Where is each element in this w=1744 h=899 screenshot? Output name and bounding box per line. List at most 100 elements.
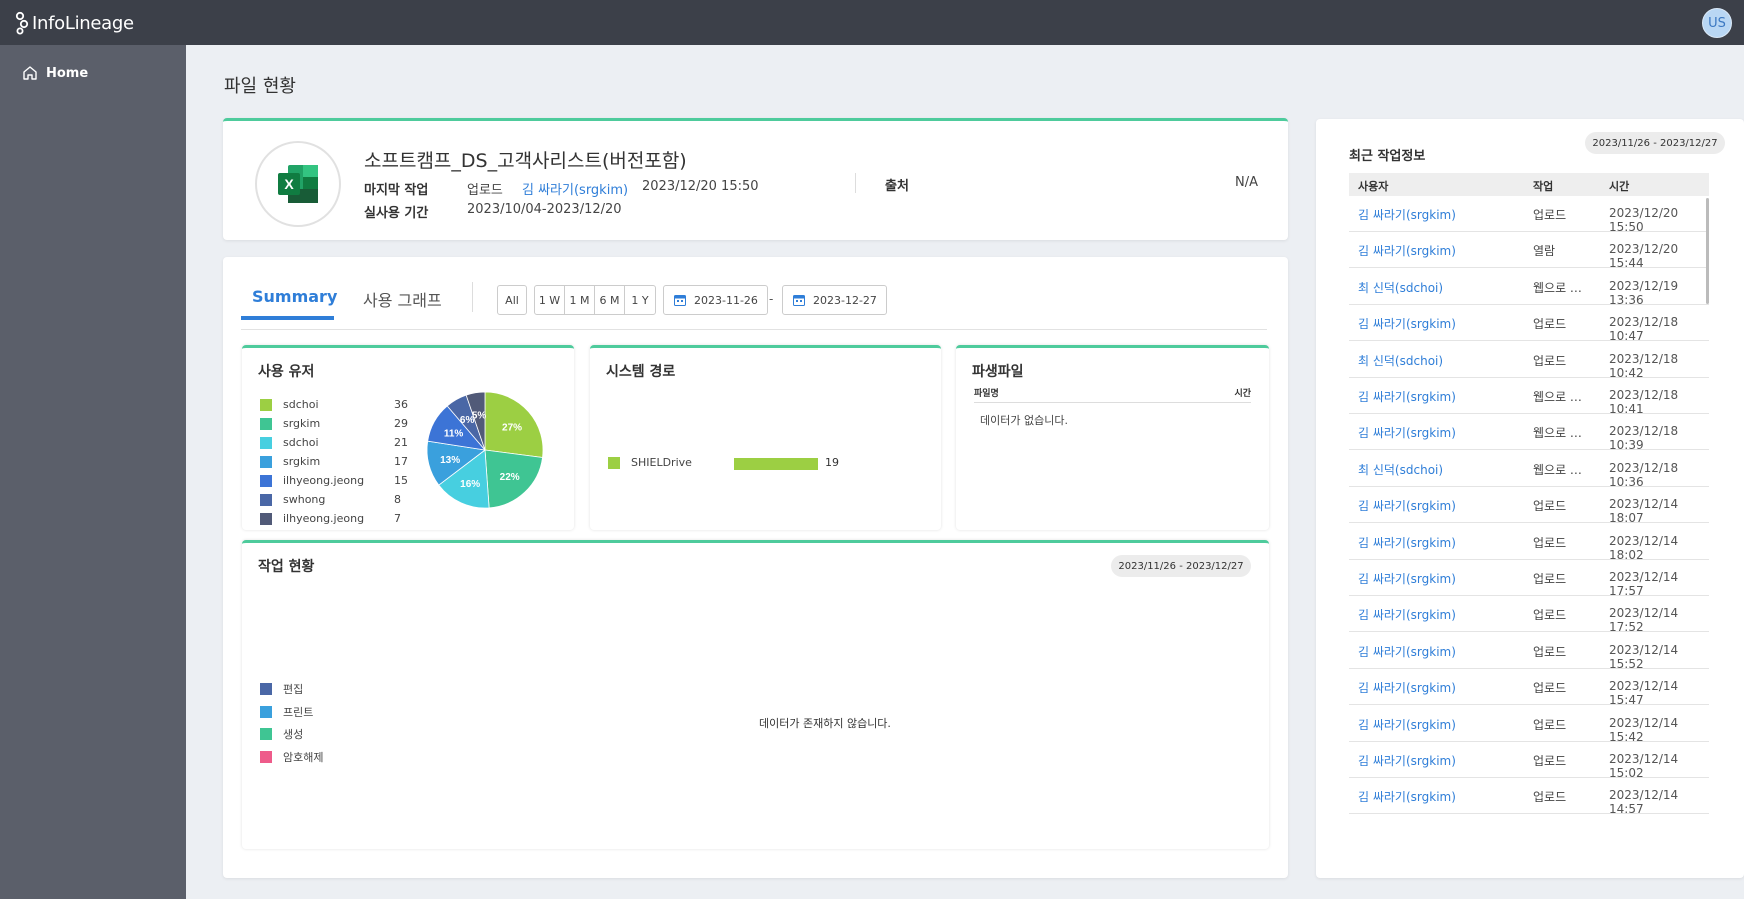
row-user-link[interactable]: 김 싸라기(srgkim) — [1358, 716, 1456, 733]
row-time: 2023/12/18 10:36 — [1609, 460, 1679, 489]
users-panel: 사용 유저 sdchoi 36 srgkim 29 sdchoi 21 srgkim 17 il… — [242, 345, 574, 530]
table-row[interactable]: 김 싸라기(srgkim) 업로드 2023/12/14 15:42 — [1349, 706, 1709, 744]
file-icon-container: X — [255, 141, 341, 227]
sidebar-item-home[interactable]: Home — [22, 65, 88, 81]
row-user-link[interactable]: 최 신덕(sdchoi) — [1358, 461, 1443, 478]
users-legend-item[interactable]: srgkim — [260, 417, 320, 430]
table-row[interactable]: 김 싸라기(srgkim) 업로드 2023/12/14 18:07 — [1349, 487, 1709, 525]
row-action: 업로드 — [1533, 681, 1567, 696]
last-action-user-link[interactable]: 김 싸라기(srgkim) — [522, 179, 628, 198]
table-row[interactable]: 김 싸라기(srgkim) 업로드 2023/12/20 15:50 — [1349, 196, 1709, 234]
tab-summary[interactable]: Summary — [252, 287, 337, 306]
table-row[interactable]: 김 싸라기(srgkim) 업로드 2023/12/14 14:57 — [1349, 778, 1709, 817]
sidebar-item-label: Home — [46, 65, 89, 81]
end-date-value: 2023-12-27 — [813, 293, 877, 307]
row-user-link[interactable]: 김 싸라기(srgkim) — [1358, 788, 1456, 805]
legend-swatch — [608, 456, 620, 469]
users-legend-item[interactable]: sdchoi — [260, 436, 319, 449]
row-user-link[interactable]: 김 싸라기(srgkim) — [1358, 497, 1456, 514]
table-row[interactable]: 김 싸라기(srgkim) 웹으로 … 2023/12/18 10:39 — [1349, 414, 1709, 452]
divider — [855, 173, 856, 193]
period-1y-button[interactable]: 1 Y — [625, 286, 655, 314]
legend-user-name: ilhyeong.jeong — [283, 474, 365, 487]
row-action: 웹으로 … — [1533, 280, 1582, 295]
users-pie-chart[interactable]: 27%22%16%13%11%6%5% — [425, 390, 545, 510]
row-user-link[interactable]: 김 싸라기(srgkim) — [1358, 206, 1456, 223]
start-date-field[interactable]: 2023-11-26 — [663, 285, 768, 315]
table-row[interactable]: 김 싸라기(srgkim) 업로드 2023/12/14 15:52 — [1349, 633, 1709, 671]
work-status-title: 작업 현황 — [258, 559, 315, 575]
table-row[interactable]: 김 싸라기(srgkim) 업로드 2023/12/18 10:47 — [1349, 305, 1709, 343]
period-6m-button[interactable]: 6 M — [595, 286, 625, 314]
row-user-link[interactable]: 김 싸라기(srgkim) — [1358, 424, 1456, 441]
row-user-link[interactable]: 김 싸라기(srgkim) — [1358, 606, 1456, 623]
users-legend-item[interactable]: srgkim — [260, 455, 320, 468]
legend-label: 편집 — [283, 683, 304, 696]
summary-panel: Summary 사용 그래프 All 1 W 1 M 6 M 1 Y 2023-… — [223, 257, 1288, 878]
row-user-link[interactable]: 김 싸라기(srgkim) — [1358, 643, 1456, 660]
recent-activity-title: 최근 작업정보 — [1349, 149, 1426, 164]
users-legend-item[interactable]: swhong — [260, 493, 325, 506]
row-user-link[interactable]: 김 싸라기(srgkim) — [1358, 388, 1456, 405]
row-user-link[interactable]: 김 싸라기(srgkim) — [1358, 679, 1456, 696]
row-action: 웹으로 … — [1533, 426, 1582, 441]
row-time: 2023/12/18 10:41 — [1609, 388, 1679, 416]
table-row[interactable]: 최 신덕(sdchoi) 웹으로 … 2023/12/19 13:36 — [1349, 269, 1709, 307]
users-legend-item[interactable]: sdchoi — [260, 398, 319, 411]
legend-swatch — [260, 683, 272, 695]
table-row[interactable]: 김 싸라기(srgkim) 업로드 2023/12/14 15:47 — [1349, 669, 1709, 707]
period-all-button[interactable]: All — [497, 285, 527, 315]
row-user-link[interactable]: 김 싸라기(srgkim) — [1358, 570, 1456, 587]
table-row[interactable]: 김 싸라기(srgkim) 업로드 2023/12/14 17:52 — [1349, 596, 1709, 634]
table-row[interactable]: 최 신덕(sdchoi) 업로드 2023/12/18 10:42 — [1349, 342, 1709, 380]
row-time: 2023/12/19 13:36 — [1609, 278, 1679, 307]
row-user-link[interactable]: 김 싸라기(srgkim) — [1358, 315, 1456, 332]
row-action: 업로드 — [1533, 499, 1567, 514]
legend-swatch — [260, 398, 272, 411]
work-legend-item[interactable]: 프린트 — [260, 704, 313, 720]
system-path-bar[interactable] — [734, 458, 818, 470]
active-tab-indicator — [241, 316, 334, 320]
period-1m-button[interactable]: 1 M — [565, 286, 595, 314]
last-action-time: 2023/12/20 15:50 — [642, 179, 759, 194]
legend-swatch — [260, 493, 272, 506]
logo-icon — [15, 11, 29, 35]
row-action: 업로드 — [1533, 353, 1567, 368]
table-row[interactable]: 김 싸라기(srgkim) 업로드 2023/12/14 18:02 — [1349, 524, 1709, 562]
table-row[interactable]: 김 싸라기(srgkim) 업로드 2023/12/14 15:02 — [1349, 742, 1709, 780]
row-time: 2023/12/14 15:02 — [1609, 752, 1679, 780]
work-status-panel: 작업 현황 2023/11/26 - 2023/12/27 편집 프린트 생성 암호해… — [242, 540, 1269, 849]
page-title: 파일 현황 — [224, 76, 296, 97]
row-user-link[interactable]: 김 싸라기(srgkim) — [1358, 534, 1456, 551]
users-legend-item[interactable]: ilhyeong.jeong — [260, 512, 364, 525]
row-action: 업로드 — [1533, 790, 1567, 805]
row-user-link[interactable]: 최 신덕(sdchoi) — [1358, 279, 1443, 296]
derived-files-panel: 파생파일 파일명 시간 데이터가 없습니다. — [956, 345, 1269, 530]
row-user-link[interactable]: 김 싸라기(srgkim) — [1358, 242, 1456, 259]
table-row[interactable]: 김 싸라기(srgkim) 웹으로 … 2023/12/18 10:41 — [1349, 378, 1709, 416]
top-bar: InfoLineage US — [0, 0, 1744, 45]
work-legend-item[interactable]: 편집 — [260, 681, 303, 697]
work-legend-item[interactable]: 생성 — [260, 726, 303, 742]
table-row[interactable]: 김 싸라기(srgkim) 열람 2023/12/20 15:44 — [1349, 232, 1709, 270]
row-user-link[interactable]: 최 신덕(sdchoi) — [1358, 352, 1443, 369]
app-logo[interactable]: InfoLineage — [14, 10, 134, 36]
row-time: 2023/12/14 14:57 — [1609, 788, 1679, 817]
table-row[interactable]: 김 싸라기(srgkim) 업로드 2023/12/14 17:57 — [1349, 560, 1709, 598]
row-action: 업로드 — [1533, 717, 1567, 732]
users-legend-item[interactable]: ilhyeong.jeong — [260, 474, 364, 487]
row-user-link[interactable]: 김 싸라기(srgkim) — [1358, 752, 1456, 769]
user-avatar[interactable]: US — [1702, 8, 1732, 38]
last-action-value: 업로드 — [467, 183, 503, 198]
tab-usage-graph[interactable]: 사용 그래프 — [363, 287, 442, 311]
recent-activity-panel: 최근 작업정보 2023/11/26 - 2023/12/27 사용자 작업 시… — [1316, 119, 1744, 878]
table-row[interactable]: 최 신덕(sdchoi) 웹으로 … 2023/12/18 10:36 — [1349, 451, 1709, 489]
scrollbar-thumb[interactable] — [1706, 198, 1709, 304]
row-action: 업로드 — [1533, 208, 1567, 222]
work-legend-item[interactable]: 암호해제 — [260, 749, 323, 765]
row-action: 업로드 — [1533, 317, 1567, 332]
row-action: 업로드 — [1533, 535, 1567, 550]
calendar-icon — [793, 295, 805, 306]
period-1w-button[interactable]: 1 W — [535, 286, 565, 314]
end-date-field[interactable]: 2023-12-27 — [782, 285, 887, 315]
